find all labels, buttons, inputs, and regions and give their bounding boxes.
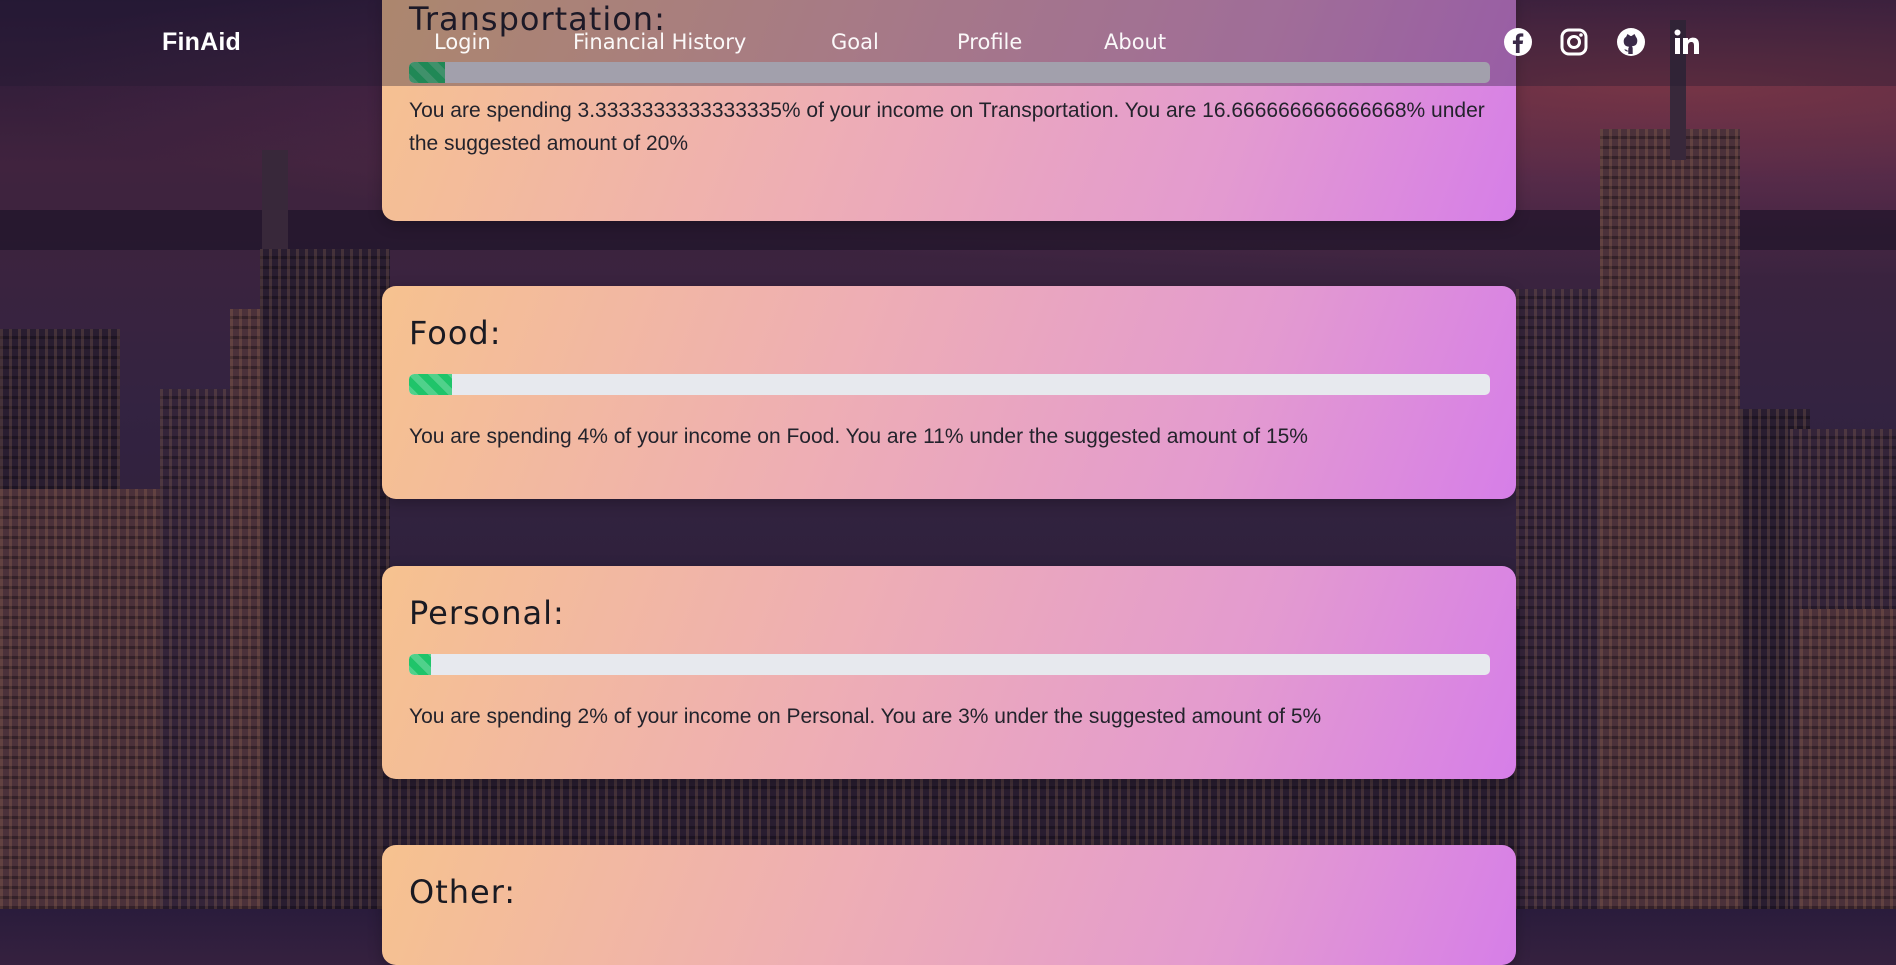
progress-fill bbox=[409, 654, 431, 675]
spending-message: You are spending 2% of your income on Pe… bbox=[409, 705, 1322, 728]
spending-message: You are spending 4% of your income on Fo… bbox=[409, 425, 1308, 448]
nav-link-financial-history[interactable]: Financial History bbox=[573, 30, 746, 54]
top-navbar: FinAid Login Financial History Goal Prof… bbox=[0, 0, 1896, 86]
nav-link-goal[interactable]: Goal bbox=[831, 30, 879, 54]
category-title: Food: bbox=[409, 314, 502, 352]
category-card-personal: Personal: You are spending 2% of your in… bbox=[382, 566, 1516, 779]
facebook-icon[interactable] bbox=[1502, 26, 1534, 58]
nav-link-profile[interactable]: Profile bbox=[957, 30, 1022, 54]
nav-link-login[interactable]: Login bbox=[434, 30, 491, 54]
instagram-icon[interactable] bbox=[1558, 26, 1590, 58]
category-title: Personal: bbox=[409, 594, 565, 632]
linkedin-icon[interactable] bbox=[1672, 26, 1704, 58]
category-card-other: Other: bbox=[382, 845, 1516, 965]
spending-message: You are spending 3.3333333333333335% of … bbox=[409, 99, 1485, 155]
spending-progress-bar bbox=[409, 654, 1490, 675]
category-card-food: Food: You are spending 4% of your income… bbox=[382, 286, 1516, 499]
spending-progress-bar bbox=[409, 374, 1490, 395]
progress-fill bbox=[409, 374, 453, 395]
brand-logo[interactable]: FinAid bbox=[162, 28, 241, 57]
github-icon[interactable] bbox=[1615, 26, 1647, 58]
category-title: Other: bbox=[409, 873, 517, 911]
nav-link-about[interactable]: About bbox=[1104, 30, 1166, 54]
